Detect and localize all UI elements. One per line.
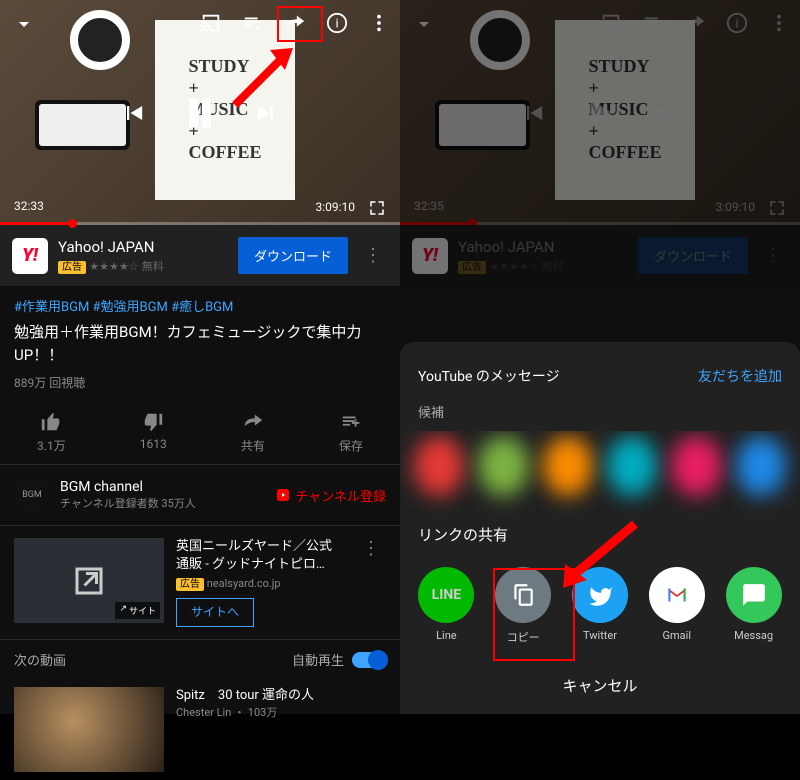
info-icon[interactable]: i bbox=[326, 12, 348, 34]
ad-more-icon[interactable]: ⋮ bbox=[358, 245, 388, 266]
current-time: 32:33 bbox=[14, 199, 44, 217]
ad-price: 無料 bbox=[142, 260, 164, 273]
promo-title: 英国ニールズヤード／公式通販 - グッドナイトピロ… bbox=[176, 538, 344, 574]
goto-site-button[interactable]: サイトへ bbox=[176, 598, 254, 627]
fullscreen-icon[interactable] bbox=[368, 199, 386, 217]
autoplay-toggle[interactable] bbox=[352, 652, 386, 668]
left-panel: STUDY+MUSIC+COFFEE i 32:33 3:09:10 Y! Ya… bbox=[0, 0, 400, 714]
contact-avatar[interactable] bbox=[671, 436, 721, 496]
contact-avatar[interactable] bbox=[607, 436, 657, 496]
share-sheet: YouTube のメッセージ 友だちを追加 候補 リンクの共有 LINELine… bbox=[400, 342, 800, 714]
add-friend-link[interactable]: 友だちを追加 bbox=[698, 366, 782, 386]
channel-row[interactable]: BGM BGM channel チャンネル登録者数 35万人 チャンネル登録 bbox=[0, 465, 400, 526]
share-line[interactable]: LINELine bbox=[418, 567, 474, 645]
promo-info: 英国ニールズヤード／公式通販 - グッドナイトピロ… 広告 nealsyard.… bbox=[176, 538, 344, 627]
contact-avatar[interactable] bbox=[736, 436, 786, 496]
ad-logo: Y! bbox=[12, 238, 48, 274]
channel-avatar: BGM bbox=[14, 477, 50, 513]
ad-brand: Yahoo! JAPAN bbox=[58, 238, 228, 256]
like-button[interactable]: 3.1万 bbox=[37, 411, 66, 454]
video-content bbox=[70, 10, 130, 70]
rec-info: Spitz 30 tour 運命の人 Chester Lin ・ 103万 bbox=[176, 687, 386, 772]
total-time: 3:09:10 bbox=[315, 200, 355, 214]
contact-avatar[interactable] bbox=[478, 436, 528, 496]
contact-avatar[interactable] bbox=[414, 436, 464, 496]
dim-overlay bbox=[400, 225, 800, 286]
ad-banner: Y! Yahoo! JAPAN 広告 ★★★★☆ 無料 ダウンロード ⋮ bbox=[400, 225, 800, 286]
save-button[interactable]: 保存 bbox=[339, 411, 363, 454]
cast-icon[interactable] bbox=[200, 12, 222, 34]
ad-info: Yahoo! JAPAN 広告 ★★★★☆ 無料 bbox=[58, 238, 228, 274]
next-label: 次の動画 bbox=[14, 650, 66, 669]
subscribe-button[interactable]: チャンネル登録 bbox=[275, 486, 386, 505]
contact-suggestions[interactable] bbox=[400, 431, 800, 516]
recommended-video[interactable]: Spitz 30 tour 運命の人 Chester Lin ・ 103万 bbox=[0, 679, 400, 780]
share-gmail[interactable]: Gmail bbox=[649, 567, 705, 645]
prev-icon[interactable] bbox=[120, 99, 148, 127]
msg-label: YouTube のメッセージ bbox=[418, 366, 560, 386]
rec-title: Spitz 30 tour 運命の人 bbox=[176, 687, 386, 705]
promo-more-icon[interactable]: ⋮ bbox=[356, 538, 386, 627]
autoplay-label: 自動再生 bbox=[292, 650, 344, 669]
time-display: 32:33 3:09:10 bbox=[0, 199, 400, 217]
share-message[interactable]: Messag bbox=[726, 567, 782, 645]
ad-tag: 広告 bbox=[58, 261, 86, 274]
svg-text:i: i bbox=[335, 17, 338, 32]
video-content bbox=[35, 100, 130, 150]
channel-name: BGM channel bbox=[60, 479, 265, 495]
up-next-header: 次の動画 自動再生 bbox=[0, 640, 400, 679]
promo-thumb: ↗ サイト bbox=[14, 538, 164, 623]
promo-card[interactable]: ↗ サイト 英国ニールズヤード／公式通販 - グッドナイトピロ… 広告 neal… bbox=[0, 526, 400, 640]
dim-overlay bbox=[400, 0, 800, 225]
action-bar: 3.1万 1613 共有 保存 bbox=[0, 401, 400, 465]
progress-bar[interactable] bbox=[0, 222, 400, 225]
ad-banner: Y! Yahoo! JAPAN 広告 ★★★★☆ 無料 ダウンロード ⋮ bbox=[0, 225, 400, 286]
suggest-label: 候補 bbox=[400, 394, 800, 431]
more-icon[interactable] bbox=[368, 12, 390, 34]
channel-subs: チャンネル登録者数 35万人 bbox=[60, 495, 265, 511]
promo-domain: nealsyard.co.jp bbox=[207, 577, 281, 590]
annotation-arrow bbox=[225, 40, 305, 110]
share-button[interactable]: 共有 bbox=[241, 411, 265, 454]
queue-icon[interactable] bbox=[242, 12, 264, 34]
site-badge: ↗ サイト bbox=[115, 602, 160, 619]
message-header: YouTube のメッセージ 友だちを追加 bbox=[400, 358, 800, 394]
video-player[interactable]: STUDY+MUSIC+COFFEE i 32:33 3:09:10 bbox=[0, 0, 400, 225]
annotation-arrow bbox=[555, 514, 645, 594]
rec-thumb bbox=[14, 687, 164, 772]
contact-avatar[interactable] bbox=[543, 436, 593, 496]
right-panel: STUDY+MUSIC+COFFEE i 32:35 3:09:10 Y! Ya… bbox=[400, 0, 800, 714]
view-count: 889万 回視聴 bbox=[0, 370, 400, 401]
video-player: STUDY+MUSIC+COFFEE i 32:35 3:09:10 bbox=[400, 0, 800, 225]
cancel-button[interactable]: キャンセル bbox=[400, 657, 800, 714]
channel-info: BGM channel チャンネル登録者数 35万人 bbox=[60, 479, 265, 511]
collapse-icon[interactable] bbox=[12, 12, 36, 36]
pause-icon[interactable] bbox=[178, 91, 222, 135]
rec-channel: Chester Lin bbox=[176, 706, 231, 719]
download-button[interactable]: ダウンロード bbox=[238, 237, 348, 274]
ad-rating: ★★★★☆ bbox=[89, 260, 138, 273]
rec-views: 103万 bbox=[248, 706, 278, 719]
video-title[interactable]: 勉強用＋作業用BGM！カフェミュージックで集中力UP！！ bbox=[0, 317, 400, 370]
annotation-box bbox=[277, 6, 323, 42]
dislike-button[interactable]: 1613 bbox=[140, 411, 167, 454]
hashtags[interactable]: #作業用BGM #勉強用BGM #癒しBGM bbox=[0, 286, 400, 317]
